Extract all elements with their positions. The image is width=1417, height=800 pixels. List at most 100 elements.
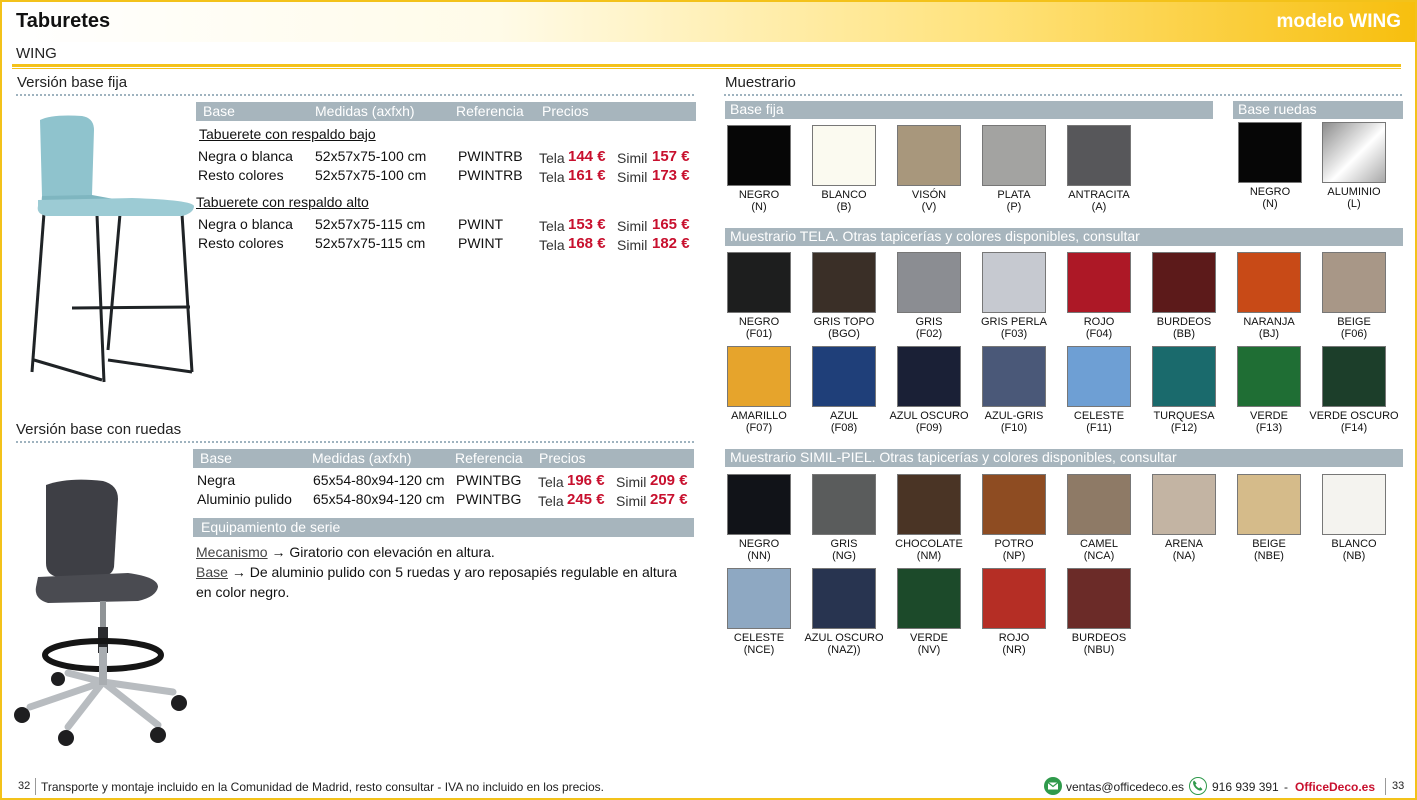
section-divider <box>724 94 1402 96</box>
swatch-name: AMARILLO <box>731 410 787 422</box>
wheels-table-header: Base Medidas (axfxh) Referencia Precios <box>193 449 694 468</box>
swatch-caption: GRIS (F02) <box>884 316 974 340</box>
swatch-name: CELESTE <box>733 632 785 644</box>
page-number-right: 33 <box>1392 780 1405 792</box>
band-base-fija: Base fija <box>725 101 1213 119</box>
color-swatch <box>982 346 1046 407</box>
color-swatch <box>727 474 791 535</box>
cell-ref: PWINT <box>458 216 504 232</box>
color-swatch <box>897 125 961 186</box>
footer-email[interactable]: ventas@officedeco.es <box>1066 780 1184 794</box>
tela-price: 245 € <box>567 491 605 508</box>
swatch-code: (NG) <box>832 550 856 562</box>
color-swatch <box>727 568 791 629</box>
swatch-name: AZUL-GRIS <box>984 410 1044 422</box>
equipment-desc: en color negro. <box>196 584 290 600</box>
swatch-code: (N) <box>751 201 767 213</box>
swatch-code: (NR) <box>1002 644 1026 656</box>
swatch-name: GRIS PERLA <box>980 316 1048 328</box>
color-swatch <box>1322 474 1386 535</box>
cell-base: Negra o blanca <box>198 148 293 164</box>
tela-label: Tela <box>538 493 564 509</box>
color-swatch <box>1322 252 1386 313</box>
swatch-caption: PLATA (P) <box>969 189 1059 213</box>
header-referencia: Referencia <box>455 450 523 466</box>
swatch-name: BLANCO <box>1331 538 1377 550</box>
swatch-name: ROJO <box>1083 316 1115 328</box>
swatch-code: (NA) <box>1172 550 1196 562</box>
swatch-caption: BEIGE (NBE) <box>1224 538 1314 562</box>
swatch-name: NARANJA <box>1243 316 1295 328</box>
swatch-caption: BLANCO (NB) <box>1309 538 1399 562</box>
swatch-code: (F09) <box>915 422 943 434</box>
swatch-name: CELESTE <box>1073 410 1125 422</box>
footer-brand[interactable]: OfficeDeco.es <box>1295 780 1375 794</box>
color-swatch <box>897 346 961 407</box>
color-swatch <box>727 125 791 186</box>
swatch-caption: AMARILLO (F07) <box>714 410 804 434</box>
swatch-caption: AZUL-GRIS (F10) <box>969 410 1059 434</box>
cell-medidas: 52x57x75-115 cm <box>315 216 426 232</box>
cell-medidas: 52x57x75-115 cm <box>315 235 426 251</box>
swatch-code: (NCE) <box>743 644 775 656</box>
swatch-caption: ROJO (NR) <box>969 632 1059 656</box>
phone-icon <box>1189 777 1207 795</box>
tela-label: Tela <box>539 169 565 185</box>
stool-illustration <box>30 115 194 383</box>
simil-price: 182 € <box>652 235 690 252</box>
cell-ref: PWINTRB <box>458 167 523 183</box>
color-swatch <box>1152 252 1216 313</box>
swatch-name: VERDE OSCURO <box>1309 410 1399 422</box>
samples-title: Muestrario <box>725 74 796 91</box>
swatch-caption: NEGRO (N) <box>1225 186 1315 210</box>
color-swatch <box>982 252 1046 313</box>
tela-label: Tela <box>539 237 565 253</box>
arrow-icon: → <box>231 564 246 580</box>
color-swatch <box>812 125 876 186</box>
swatch-name: CAMEL <box>1080 538 1118 550</box>
cell-medidas: 52x57x75-100 cm <box>315 167 427 183</box>
swatch-code: (F04) <box>1085 328 1113 340</box>
swatch-code: (F08) <box>830 422 858 434</box>
page-title: Taburetes <box>16 10 111 32</box>
swatch-code: (F11) <box>1086 422 1112 434</box>
swatch-caption: VISÓN (V) <box>884 189 974 213</box>
model-title: modelo WING <box>1276 11 1401 32</box>
swatch-name: CHOCOLATE <box>895 538 963 550</box>
simil-price: 257 € <box>650 491 688 508</box>
swatch-caption: VERDE (F13) <box>1224 410 1314 434</box>
swatch-code: (NAZ)) <box>827 644 861 656</box>
header-divider <box>12 64 1401 67</box>
swatch-name: BEIGE <box>1252 538 1286 550</box>
equipment-term: Mecanismo <box>196 544 268 560</box>
equipment-term: Base <box>196 564 228 580</box>
color-swatch <box>1322 346 1386 407</box>
cell-medidas: 52x57x75-100 cm <box>315 148 427 164</box>
swatch-caption: GRIS TOPO (BGO) <box>799 316 889 340</box>
equipment-item: Mecanismo → Giratorio con elevación en a… <box>196 542 696 562</box>
swatch-caption: NEGRO (F01) <box>714 316 804 340</box>
chair-illustration <box>14 479 187 746</box>
equipment-desc: De aluminio pulido con 5 ruedas y aro re… <box>249 564 677 580</box>
swatch-caption: GRIS (NG) <box>799 538 889 562</box>
swatch-code: (F02) <box>915 328 943 340</box>
swatch-caption: BLANCO (B) <box>799 189 889 213</box>
footer-divider <box>1385 778 1386 795</box>
cell-medidas: 65x54-80x94-120 cm <box>313 491 445 507</box>
footer-phone[interactable]: 916 939 391 <box>1212 780 1279 794</box>
swatch-name: AZUL OSCURO <box>889 410 969 422</box>
swatch-code: (F01) <box>745 328 773 340</box>
table-row: Negra o blanca 52x57x75-115 cm PWINT Tel… <box>198 216 698 235</box>
tela-price: 196 € <box>567 472 605 489</box>
simil-price: 165 € <box>652 216 690 233</box>
swatch-code: (BB) <box>1173 328 1195 340</box>
swatch-code: (N) <box>1262 198 1278 210</box>
swatch-code: (A) <box>1091 201 1107 213</box>
swatch-caption: GRIS PERLA (F03) <box>969 316 1059 340</box>
footer-divider <box>35 778 36 795</box>
tela-price: 153 € <box>568 216 606 233</box>
table-row: Negra o blanca 52x57x75-100 cm PWINTRB T… <box>198 148 698 167</box>
swatch-name: ARENA <box>1165 538 1203 550</box>
swatch-code: (NCA) <box>1083 550 1115 562</box>
swatch-name: BURDEOS <box>1156 316 1212 328</box>
